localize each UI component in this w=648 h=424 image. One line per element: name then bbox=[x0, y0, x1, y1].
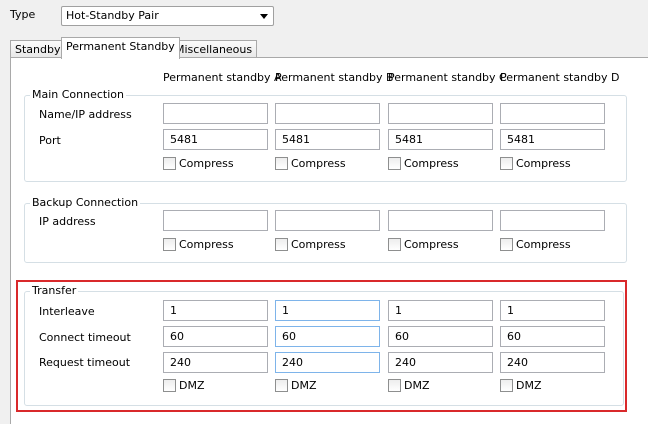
main-compress-checkbox-a[interactable]: Compress bbox=[163, 157, 234, 170]
checkbox-icon[interactable] bbox=[500, 238, 513, 251]
type-label: Type bbox=[10, 8, 36, 21]
checkbox-icon[interactable] bbox=[275, 379, 288, 392]
dmz-checkbox-b[interactable]: DMZ bbox=[275, 379, 317, 392]
column-header-c: Permanent standby C bbox=[388, 71, 507, 84]
interleave-input-b[interactable]: 1 bbox=[275, 300, 380, 321]
chevron-down-icon[interactable] bbox=[260, 14, 268, 19]
checkbox-icon[interactable] bbox=[388, 238, 401, 251]
interleave-input-a[interactable]: 1 bbox=[163, 300, 268, 321]
request-timeout-label: Request timeout bbox=[39, 356, 131, 369]
request-timeout-input-d[interactable]: 240 bbox=[500, 352, 605, 373]
name-ip-input-a[interactable] bbox=[163, 103, 268, 124]
tab-permanent-standby[interactable]: Permanent Standby bbox=[61, 37, 180, 59]
backup-compress-checkbox-d[interactable]: Compress bbox=[500, 238, 571, 251]
backup-ip-input-d[interactable] bbox=[500, 210, 605, 231]
name-ip-input-d[interactable] bbox=[500, 103, 605, 124]
name-ip-label: Name/IP address bbox=[39, 108, 132, 121]
column-header-b: Permanent standby B bbox=[275, 71, 394, 84]
connect-timeout-input-b[interactable]: 60 bbox=[275, 326, 380, 347]
port-input-b[interactable]: 5481 bbox=[275, 129, 380, 150]
connect-timeout-input-c[interactable]: 60 bbox=[388, 326, 493, 347]
dmz-checkbox-c[interactable]: DMZ bbox=[388, 379, 430, 392]
port-input-d[interactable]: 5481 bbox=[500, 129, 605, 150]
backup-compress-checkbox-a[interactable]: Compress bbox=[163, 238, 234, 251]
backup-ip-input-b[interactable] bbox=[275, 210, 380, 231]
type-select[interactable]: Hot-Standby Pair bbox=[61, 6, 274, 26]
main-connection-title: Main Connection bbox=[30, 88, 126, 102]
port-input-a[interactable]: 5481 bbox=[163, 129, 268, 150]
transfer-title: Transfer bbox=[30, 284, 79, 298]
checkbox-icon[interactable] bbox=[275, 157, 288, 170]
backup-compress-checkbox-c[interactable]: Compress bbox=[388, 238, 459, 251]
connect-timeout-input-a[interactable]: 60 bbox=[163, 326, 268, 347]
main-compress-checkbox-d[interactable]: Compress bbox=[500, 157, 571, 170]
main-compress-checkbox-b[interactable]: Compress bbox=[275, 157, 346, 170]
backup-connection-title: Backup Connection bbox=[30, 196, 141, 210]
column-header-a: Permanent standby A bbox=[163, 71, 282, 84]
request-timeout-input-c[interactable]: 240 bbox=[388, 352, 493, 373]
request-timeout-input-b[interactable]: 240 bbox=[275, 352, 380, 373]
checkbox-icon[interactable] bbox=[275, 238, 288, 251]
dmz-checkbox-d[interactable]: DMZ bbox=[500, 379, 542, 392]
interleave-input-d[interactable]: 1 bbox=[500, 300, 605, 321]
port-label: Port bbox=[39, 134, 61, 147]
checkbox-icon[interactable] bbox=[163, 238, 176, 251]
checkbox-icon[interactable] bbox=[388, 379, 401, 392]
name-ip-input-b[interactable] bbox=[275, 103, 380, 124]
checkbox-icon[interactable] bbox=[388, 157, 401, 170]
ip-address-label: IP address bbox=[39, 215, 96, 228]
backup-compress-checkbox-b[interactable]: Compress bbox=[275, 238, 346, 251]
connect-timeout-label: Connect timeout bbox=[39, 331, 131, 344]
dmz-checkbox-a[interactable]: DMZ bbox=[163, 379, 205, 392]
main-compress-checkbox-c[interactable]: Compress bbox=[388, 157, 459, 170]
column-header-d: Permanent standby D bbox=[500, 71, 620, 84]
type-select-value: Hot-Standby Pair bbox=[66, 9, 159, 22]
request-timeout-input-a[interactable]: 240 bbox=[163, 352, 268, 373]
connect-timeout-input-d[interactable]: 60 bbox=[500, 326, 605, 347]
port-input-c[interactable]: 5481 bbox=[388, 129, 493, 150]
interleave-input-c[interactable]: 1 bbox=[388, 300, 493, 321]
checkbox-icon[interactable] bbox=[500, 157, 513, 170]
checkbox-icon[interactable] bbox=[163, 157, 176, 170]
interleave-label: Interleave bbox=[39, 305, 95, 318]
name-ip-input-c[interactable] bbox=[388, 103, 493, 124]
checkbox-icon[interactable] bbox=[500, 379, 513, 392]
backup-ip-input-a[interactable] bbox=[163, 210, 268, 231]
backup-ip-input-c[interactable] bbox=[388, 210, 493, 231]
checkbox-icon[interactable] bbox=[163, 379, 176, 392]
